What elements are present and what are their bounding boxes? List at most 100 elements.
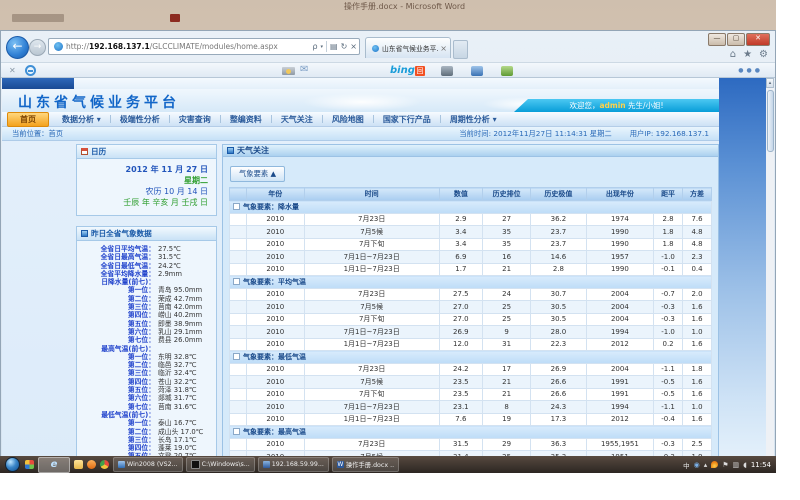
table-cell: -1.0	[654, 251, 683, 264]
bing-logo[interactable]: bing	[390, 65, 415, 76]
table-row: 20107月5候27.02530.52004-0.31.6	[230, 301, 712, 314]
taskbar-ball-icon[interactable]	[100, 460, 109, 469]
tab-close-icon[interactable]: ×	[440, 44, 447, 53]
start-button[interactable]	[5, 457, 20, 472]
ime-language-indicator[interactable]: 中	[683, 460, 690, 470]
table-cell: 7月23日	[304, 438, 439, 451]
tab-title: 山东省气候业务平...	[382, 43, 438, 53]
taskbar-ie-button[interactable]: e	[38, 457, 70, 473]
nav-item-4[interactable]: 整编资料	[221, 114, 271, 125]
forward-button[interactable]: →	[29, 39, 46, 56]
group-checkbox[interactable]	[233, 428, 240, 435]
taskbar-button-0[interactable]: Win2008 (VS2...	[113, 457, 183, 472]
refresh-icon[interactable]: ↻	[341, 42, 348, 51]
nav-item-1[interactable]: 数据分析 ▾	[53, 114, 110, 125]
stat-row-label: 全省平均降水量：	[77, 270, 155, 278]
bing-box-icon[interactable]: 回	[415, 66, 425, 76]
restricted-zone-icon[interactable]	[25, 65, 36, 76]
table-cell: 2010	[246, 401, 304, 414]
toolbar-app-icon-1[interactable]	[441, 66, 453, 76]
rank-row-label: 第四位：	[77, 311, 155, 319]
tray-flag-icon[interactable]: ⚑	[722, 461, 728, 469]
scroll-up-icon[interactable]: ▴	[766, 78, 774, 88]
taskbar-quad-icon[interactable]	[25, 460, 34, 469]
table-cell: 1.6	[683, 301, 712, 314]
search-icon[interactable]: ρ	[312, 42, 317, 51]
table-cell: 21	[483, 263, 531, 276]
table-cell: 0.4	[683, 263, 712, 276]
nav-item-8[interactable]: 周期性分析 ▾	[441, 114, 506, 125]
stop-icon[interactable]: ×	[350, 42, 357, 51]
row-checkbox-cell	[230, 413, 247, 426]
table-cell: 36.2	[531, 213, 586, 226]
rank-row-label: 第二位：	[77, 295, 155, 303]
table-row: 20107月1日~7月23日26.9928.01994-1.01.0	[230, 326, 712, 339]
rank-row-label: 第七位：	[77, 336, 155, 344]
table-cell: 2010	[246, 313, 304, 326]
table-cell: 7.6	[439, 413, 482, 426]
tray-network-icon[interactable]: ▥	[732, 461, 739, 469]
taskbar-clock[interactable]: 11:54	[751, 461, 771, 469]
mail-icon[interactable]: ✉	[300, 64, 308, 75]
back-button[interactable]: ←	[6, 36, 29, 59]
row-checkbox-cell	[230, 313, 247, 326]
page-title: 山东省气候业务平台	[18, 92, 180, 112]
nav-item-6[interactable]: 风险地图	[323, 114, 373, 125]
toolbar-app-icon-3[interactable]	[501, 66, 513, 76]
table-header-row: 年份时间数值历史排位历史极值出现年份距平方差	[230, 188, 712, 201]
taskbar-button-1[interactable]: C:\Windows\s...	[186, 457, 255, 472]
favorites-star-icon[interactable]: ★	[743, 49, 752, 60]
tray-volume-icon[interactable]: ◖	[743, 461, 747, 469]
table-cell: 1990	[586, 226, 653, 239]
scrollbar-thumb[interactable]	[767, 90, 774, 152]
rank-row: 第一位：泰山 16.7℃	[77, 419, 213, 427]
toolbar-close-icon[interactable]: ✕	[9, 66, 16, 75]
page-scrollbar[interactable]: ▴ ▾	[766, 78, 774, 472]
calendar-icon	[81, 148, 88, 155]
compatibility-icon[interactable]: ▤	[330, 42, 338, 51]
table-cell: 26.9	[439, 326, 482, 339]
nav-item-3[interactable]: 灾害查询	[170, 114, 220, 125]
table-cell: 25	[483, 301, 531, 314]
more-options-icon[interactable]: ●●●	[738, 67, 763, 74]
rank-row-value: 泰山 16.7℃	[155, 419, 197, 427]
table-cell: 17	[483, 363, 531, 376]
nav-item-2[interactable]: 极端性分析	[111, 114, 169, 125]
element-dropdown-button[interactable]: 气象要素 ▲	[230, 166, 285, 182]
table-cell: 21	[483, 388, 531, 401]
chevron-down-icon[interactable]: ▾	[321, 44, 324, 50]
table-cell: 1957	[586, 251, 653, 264]
table-cell: 2004	[586, 301, 653, 314]
new-tab-button[interactable]	[453, 40, 468, 59]
camera-icon[interactable]	[282, 67, 295, 75]
table-row: 20101月1日~7月23日1.7212.81990-0.10.4	[230, 263, 712, 276]
nav-item-7[interactable]: 国家下行产品	[374, 114, 440, 125]
toolbar-app-icon-2[interactable]	[471, 66, 483, 76]
table-cell: 0.2	[654, 338, 683, 351]
table-cell: 7月1日~7月23日	[304, 326, 439, 339]
table-cell: 4.8	[683, 238, 712, 251]
tray-show-hidden-icon[interactable]: ▴	[704, 461, 708, 469]
taskbar-orange-icon[interactable]	[87, 460, 96, 469]
nav-item-5[interactable]: 天气关注	[272, 114, 322, 125]
taskbar-button-2[interactable]: 192.168.59.99...	[258, 457, 329, 472]
background-window-toolbar	[12, 14, 64, 22]
table-cell: -0.7	[654, 288, 683, 301]
address-bar[interactable]: http://192.168.137.1/GLCCLIMATE/modules/…	[48, 38, 360, 55]
rank-row-value: 东明 32.8℃	[155, 353, 197, 361]
table-cell: 19	[483, 413, 531, 426]
group-checkbox[interactable]	[233, 353, 240, 360]
table-cell: 2010	[246, 301, 304, 314]
tray-globe-icon[interactable]: ◉	[694, 461, 700, 469]
nav-menu: 首页数据分析 ▾极端性分析灾害查询整编资料天气关注风险地图国家下行产品周期性分析…	[2, 112, 719, 127]
taskbar-button-3[interactable]: W操作手册.docx ..	[332, 457, 399, 472]
group-checkbox[interactable]	[233, 278, 240, 285]
tray-flame-icon[interactable]	[711, 461, 718, 468]
nav-item-0[interactable]: 首页	[7, 112, 49, 127]
settings-gear-icon[interactable]: ⚙	[759, 49, 768, 60]
table-cell: 1.6	[683, 313, 712, 326]
browser-tab[interactable]: 山东省气候业务平... ×	[365, 37, 451, 58]
home-icon[interactable]: ⌂	[730, 49, 736, 60]
group-checkbox[interactable]	[233, 203, 240, 210]
taskbar-folder-icon[interactable]	[74, 460, 83, 469]
